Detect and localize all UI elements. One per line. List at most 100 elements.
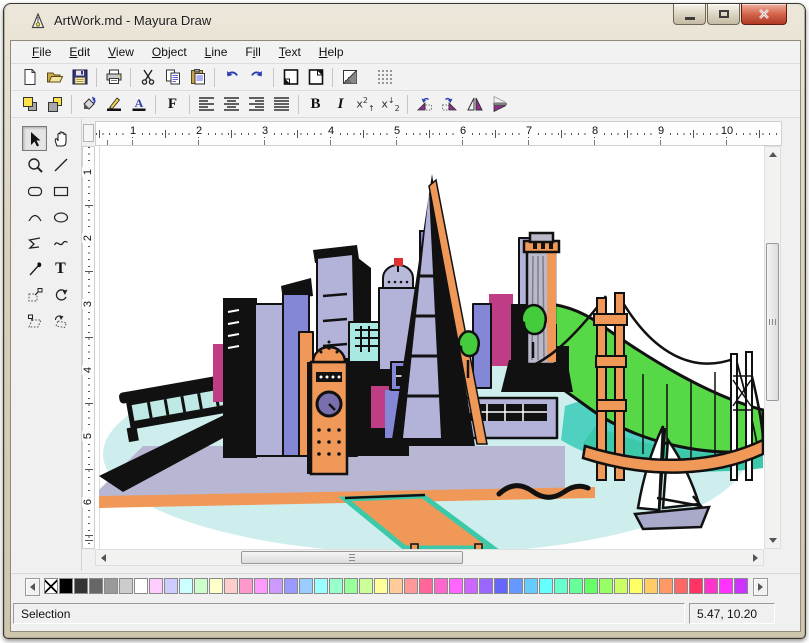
swatch[interactable] bbox=[524, 578, 538, 594]
subscript-button[interactable]: x↓2 bbox=[378, 93, 403, 116]
swatch[interactable] bbox=[434, 578, 448, 594]
bring-to-front-button[interactable] bbox=[17, 93, 42, 116]
align-right-button[interactable] bbox=[244, 93, 269, 116]
swatch[interactable] bbox=[389, 578, 403, 594]
rotate-left-button[interactable] bbox=[412, 93, 437, 116]
scroll-right-button[interactable] bbox=[748, 550, 763, 565]
swatch[interactable] bbox=[179, 578, 193, 594]
swatch[interactable] bbox=[404, 578, 418, 594]
close-button[interactable] bbox=[741, 4, 787, 25]
swatch[interactable] bbox=[509, 578, 523, 594]
flip-vertical-button[interactable] bbox=[487, 93, 512, 116]
minimize-button[interactable] bbox=[673, 4, 706, 25]
rectangle-tool[interactable] bbox=[48, 178, 73, 203]
flip-horizontal-button[interactable] bbox=[462, 93, 487, 116]
swatch[interactable] bbox=[479, 578, 493, 594]
menu-object[interactable]: Object bbox=[143, 42, 196, 62]
redo-button[interactable] bbox=[244, 66, 269, 89]
swatch[interactable] bbox=[164, 578, 178, 594]
font-button[interactable]: F bbox=[160, 93, 185, 116]
vertical-scrollbar[interactable] bbox=[764, 146, 781, 549]
skyscrapers[interactable] bbox=[213, 238, 569, 458]
line-tool[interactable] bbox=[48, 152, 73, 177]
swatch[interactable] bbox=[689, 578, 703, 594]
scroll-down-button[interactable] bbox=[765, 533, 780, 548]
swatch[interactable] bbox=[494, 578, 508, 594]
swatch[interactable] bbox=[674, 578, 688, 594]
swatch[interactable] bbox=[89, 578, 103, 594]
swatch[interactable] bbox=[344, 578, 358, 594]
swatch[interactable] bbox=[329, 578, 343, 594]
vertical-ruler[interactable]: 123456 bbox=[82, 146, 95, 549]
scroll-left-button[interactable] bbox=[96, 550, 111, 565]
swatch[interactable] bbox=[584, 578, 598, 594]
maximize-button[interactable] bbox=[707, 4, 740, 25]
swatch[interactable] bbox=[254, 578, 268, 594]
page-view-1-button[interactable] bbox=[278, 66, 303, 89]
swatch[interactable] bbox=[734, 578, 748, 594]
align-justify-button[interactable] bbox=[269, 93, 294, 116]
text-tool[interactable]: T bbox=[48, 256, 73, 281]
paste-button[interactable] bbox=[185, 66, 210, 89]
swatch[interactable] bbox=[554, 578, 568, 594]
shear-tool[interactable] bbox=[22, 308, 47, 333]
vertical-scroll-thumb[interactable] bbox=[766, 243, 779, 401]
menu-edit[interactable]: Edit bbox=[60, 42, 99, 62]
swatch[interactable] bbox=[644, 578, 658, 594]
italic-button[interactable]: I bbox=[328, 93, 353, 116]
menu-view[interactable]: View bbox=[99, 42, 143, 62]
title-bar[interactable]: ArtWork.md - Mayura Draw bbox=[4, 4, 805, 38]
swatch[interactable] bbox=[464, 578, 478, 594]
scale-tool[interactable] bbox=[22, 282, 47, 307]
rotate-right-button[interactable] bbox=[437, 93, 462, 116]
cut-button[interactable] bbox=[135, 66, 160, 89]
swatch[interactable] bbox=[539, 578, 553, 594]
new-button[interactable] bbox=[17, 66, 42, 89]
copy-button[interactable] bbox=[160, 66, 185, 89]
menu-help[interactable]: Help bbox=[310, 42, 353, 62]
ferry-building-clock-tower[interactable] bbox=[307, 341, 347, 475]
print-button[interactable] bbox=[101, 66, 126, 89]
swatch[interactable] bbox=[119, 578, 133, 594]
swatch[interactable] bbox=[134, 578, 148, 594]
text-color-button[interactable]: A bbox=[126, 93, 151, 116]
palette-scroll-left-button[interactable] bbox=[25, 578, 40, 596]
swatch[interactable] bbox=[719, 578, 733, 594]
align-left-button[interactable] bbox=[194, 93, 219, 116]
undo-button[interactable] bbox=[219, 66, 244, 89]
fill-color-button[interactable] bbox=[76, 93, 101, 116]
page-view-2-button[interactable] bbox=[303, 66, 328, 89]
palette-scroll-right-button[interactable] bbox=[753, 578, 768, 596]
swatch[interactable] bbox=[209, 578, 223, 594]
swatch[interactable] bbox=[659, 578, 673, 594]
pen-color-button[interactable] bbox=[101, 93, 126, 116]
swatch[interactable] bbox=[374, 578, 388, 594]
horizontal-ruler[interactable]: 12345678910 bbox=[95, 121, 782, 146]
swatch[interactable] bbox=[359, 578, 373, 594]
swatch[interactable] bbox=[239, 578, 253, 594]
selection-tool[interactable] bbox=[22, 126, 47, 151]
swatch[interactable] bbox=[599, 578, 613, 594]
swatch[interactable] bbox=[149, 578, 163, 594]
swatch[interactable] bbox=[704, 578, 718, 594]
horizontal-scrollbar[interactable] bbox=[95, 549, 764, 566]
swatch[interactable] bbox=[629, 578, 643, 594]
menu-text[interactable]: Text bbox=[270, 42, 310, 62]
swatch-none[interactable] bbox=[44, 578, 58, 594]
halftone-button[interactable] bbox=[337, 66, 362, 89]
grid-button[interactable] bbox=[372, 66, 397, 89]
swatch[interactable] bbox=[614, 578, 628, 594]
scroll-up-button[interactable] bbox=[765, 147, 780, 162]
save-button[interactable] bbox=[67, 66, 92, 89]
menu-file[interactable]: File bbox=[23, 42, 60, 62]
swatch[interactable] bbox=[59, 578, 73, 594]
ellipse-tool[interactable] bbox=[48, 204, 73, 229]
polygon-tool[interactable] bbox=[22, 230, 47, 255]
send-to-back-button[interactable] bbox=[42, 93, 67, 116]
swatch[interactable] bbox=[104, 578, 118, 594]
swatch[interactable] bbox=[419, 578, 433, 594]
menu-fill[interactable]: Fill bbox=[236, 42, 269, 62]
swatch[interactable] bbox=[314, 578, 328, 594]
zoom-tool[interactable] bbox=[22, 152, 47, 177]
open-button[interactable] bbox=[42, 66, 67, 89]
